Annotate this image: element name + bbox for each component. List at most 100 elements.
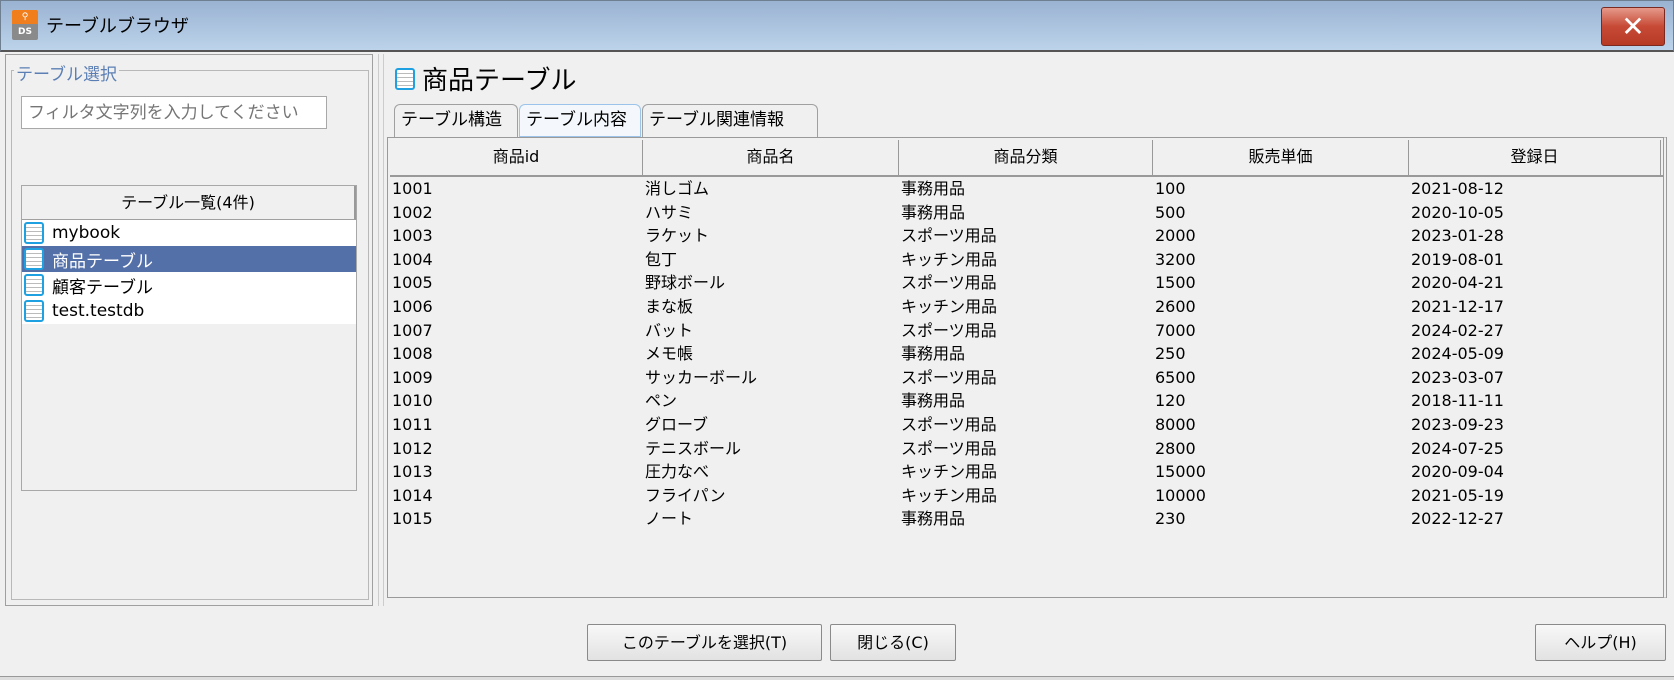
- table-icon: [24, 300, 44, 322]
- table-cell: サッカーボール: [645, 367, 758, 387]
- table-cell: 1002: [392, 202, 433, 222]
- select-table-button[interactable]: このテーブルを選択(T): [587, 624, 822, 661]
- table-cell: 1013: [392, 462, 433, 482]
- table-row[interactable]: 1001 消しゴム 事務用品 100 2021-08-12: [391, 177, 1663, 201]
- table-cell: 1009: [392, 367, 433, 387]
- table-list-item-label: mybook: [52, 223, 121, 243]
- table-row[interactable]: 1004 包丁 キッチン用品 3200 2019-08-01: [391, 248, 1663, 272]
- column-header[interactable]: 商品名: [643, 140, 899, 175]
- table-cell: 230: [1155, 509, 1186, 529]
- table-cell: 1010: [392, 391, 433, 411]
- table-cell: 250: [1155, 344, 1186, 364]
- table-row[interactable]: 1010 ペン 事務用品 120 2018-11-11: [391, 389, 1663, 413]
- table-cell: 500: [1155, 202, 1186, 222]
- table-cell: 1008: [392, 344, 433, 364]
- table-row[interactable]: 1014 フライパン キッチン用品 10000 2021-05-19: [391, 484, 1663, 508]
- table-cell: 2000: [1155, 226, 1196, 246]
- table-cell: スポーツ用品: [901, 273, 997, 293]
- table-cell: スポーツ用品: [901, 226, 997, 246]
- close-window-button[interactable]: ✕: [1601, 7, 1665, 46]
- tab-table-structure[interactable]: テーブル構造: [394, 104, 518, 137]
- table-cell: キッチン用品: [901, 485, 998, 505]
- table-cell: 2024-02-27: [1411, 320, 1504, 340]
- table-cell: 7000: [1155, 320, 1196, 340]
- column-header[interactable]: 商品分類: [899, 140, 1153, 175]
- tab-table-content[interactable]: テーブル内容: [519, 104, 641, 137]
- table-list-item-label: 顧客テーブル: [52, 277, 153, 298]
- table-list-item[interactable]: mybook: [22, 220, 356, 246]
- table-cell: 10000: [1155, 485, 1206, 505]
- column-header[interactable]: 登録日: [1409, 140, 1661, 175]
- table-list-item-label: 商品テーブル: [52, 251, 153, 272]
- table-cell: 包丁: [645, 249, 678, 269]
- table-row[interactable]: 1007 バット スポーツ用品 7000 2024-02-27: [391, 319, 1663, 343]
- table-cell: 2024-05-09: [1411, 344, 1504, 364]
- table-cell: 1006: [392, 296, 433, 316]
- table-cell: フライパン: [645, 485, 726, 505]
- table-list-item[interactable]: 商品テーブル: [22, 246, 356, 272]
- splitter-handle[interactable]: [378, 54, 384, 606]
- group-label: テーブル選択: [14, 60, 119, 85]
- grid-body: 1001 消しゴム 事務用品 100 2021-08-12 1002 ハサミ 事務用品 500 2…: [388, 177, 1663, 531]
- table-cell: 8000: [1155, 414, 1196, 434]
- table-cell: 2020-04-21: [1411, 273, 1504, 293]
- data-grid[interactable]: 商品id 商品名 商品分類 販売単価 登録日 1001 消しゴム 事務用品 100 2021-0…: [387, 137, 1667, 598]
- table-cell: 2020-09-04: [1411, 462, 1504, 482]
- table-row[interactable]: 1002 ハサミ 事務用品 500 2020-10-05: [391, 201, 1663, 225]
- table-cell: 1015: [392, 509, 433, 529]
- table-cell: グローブ: [645, 414, 709, 434]
- table-cell: 6500: [1155, 367, 1196, 387]
- table-cell: 1011: [392, 414, 433, 434]
- app-logo-icon: ⚲ DS: [12, 10, 38, 40]
- table-list-item[interactable]: test.testdb: [22, 298, 356, 324]
- table-cell: 圧力なべ: [645, 462, 710, 482]
- table-cell: ラケット: [645, 226, 710, 246]
- table-title: 商品テーブル: [422, 66, 577, 96]
- bottom-edge: [0, 676, 1674, 680]
- table-cell: スポーツ用品: [901, 367, 997, 387]
- table-list-item-label: test.testdb: [52, 301, 145, 321]
- table-cell: スポーツ用品: [901, 438, 997, 458]
- table-cell: 1003: [392, 226, 433, 246]
- table-cell: 2023-03-07: [1411, 367, 1504, 387]
- table-cell: 1007: [392, 320, 433, 340]
- table-row[interactable]: 1012 テニスボール スポーツ用品 2800 2024-07-25: [391, 437, 1663, 461]
- table-cell: ハサミ: [645, 202, 694, 222]
- table-cell: 120: [1155, 391, 1186, 411]
- table-cell: ペン: [645, 391, 678, 411]
- table-cell: バット: [645, 320, 694, 340]
- table-cell: 2023-09-23: [1411, 414, 1504, 434]
- grid-header: 商品id 商品名 商品分類 販売単価 登録日: [390, 140, 1663, 177]
- table-cell: 2800: [1155, 438, 1196, 458]
- table-row[interactable]: 1009 サッカーボール スポーツ用品 6500 2023-03-07: [391, 366, 1663, 390]
- close-button[interactable]: 閉じる(C): [830, 624, 956, 661]
- table-row[interactable]: 1003 ラケット スポーツ用品 2000 2023-01-28: [391, 224, 1663, 248]
- table-cell: 3200: [1155, 249, 1196, 269]
- column-header[interactable]: 販売単価: [1153, 140, 1409, 175]
- table-cell: 事務用品: [901, 344, 966, 364]
- column-header[interactable]: 商品id: [390, 140, 643, 175]
- table-cell: 2021-12-17: [1411, 296, 1504, 316]
- table-row[interactable]: 1013 圧力なべ キッチン用品 15000 2020-09-04: [391, 460, 1663, 484]
- table-row[interactable]: 1015 ノート 事務用品 230 2022-12-27: [391, 507, 1663, 531]
- table-list-item[interactable]: 顧客テーブル: [22, 272, 356, 298]
- table-cell: 100: [1155, 179, 1186, 198]
- table-cell: 事務用品: [901, 509, 966, 529]
- help-button[interactable]: ヘルプ(H): [1535, 624, 1666, 661]
- table-cell: 2024-07-25: [1411, 438, 1504, 458]
- table-icon: [24, 248, 44, 270]
- table-cell: 消しゴム: [645, 179, 710, 198]
- table-row[interactable]: 1011 グローブ スポーツ用品 8000 2023-09-23: [391, 413, 1663, 437]
- table-cell: テニスボール: [645, 438, 742, 458]
- filter-input[interactable]: [21, 96, 327, 129]
- table-row[interactable]: 1005 野球ボール スポーツ用品 1500 2020-04-21: [391, 271, 1663, 295]
- table-cell: 2018-11-11: [1411, 391, 1504, 411]
- table-cell: ノート: [645, 509, 694, 529]
- table-icon: [395, 68, 415, 90]
- tab-table-related-info[interactable]: テーブル関連情報: [642, 104, 818, 137]
- table-cell: 事務用品: [901, 179, 966, 198]
- table-row[interactable]: 1008 メモ帳 事務用品 250 2024-05-09: [391, 342, 1663, 366]
- table-cell: 2020-10-05: [1411, 202, 1504, 222]
- table-list[interactable]: テーブル一覧(4件) mybook 商品テーブル 顧客テーブル test.testdb: [21, 185, 357, 491]
- table-row[interactable]: 1006 まな板 キッチン用品 2600 2021-12-17: [391, 295, 1663, 319]
